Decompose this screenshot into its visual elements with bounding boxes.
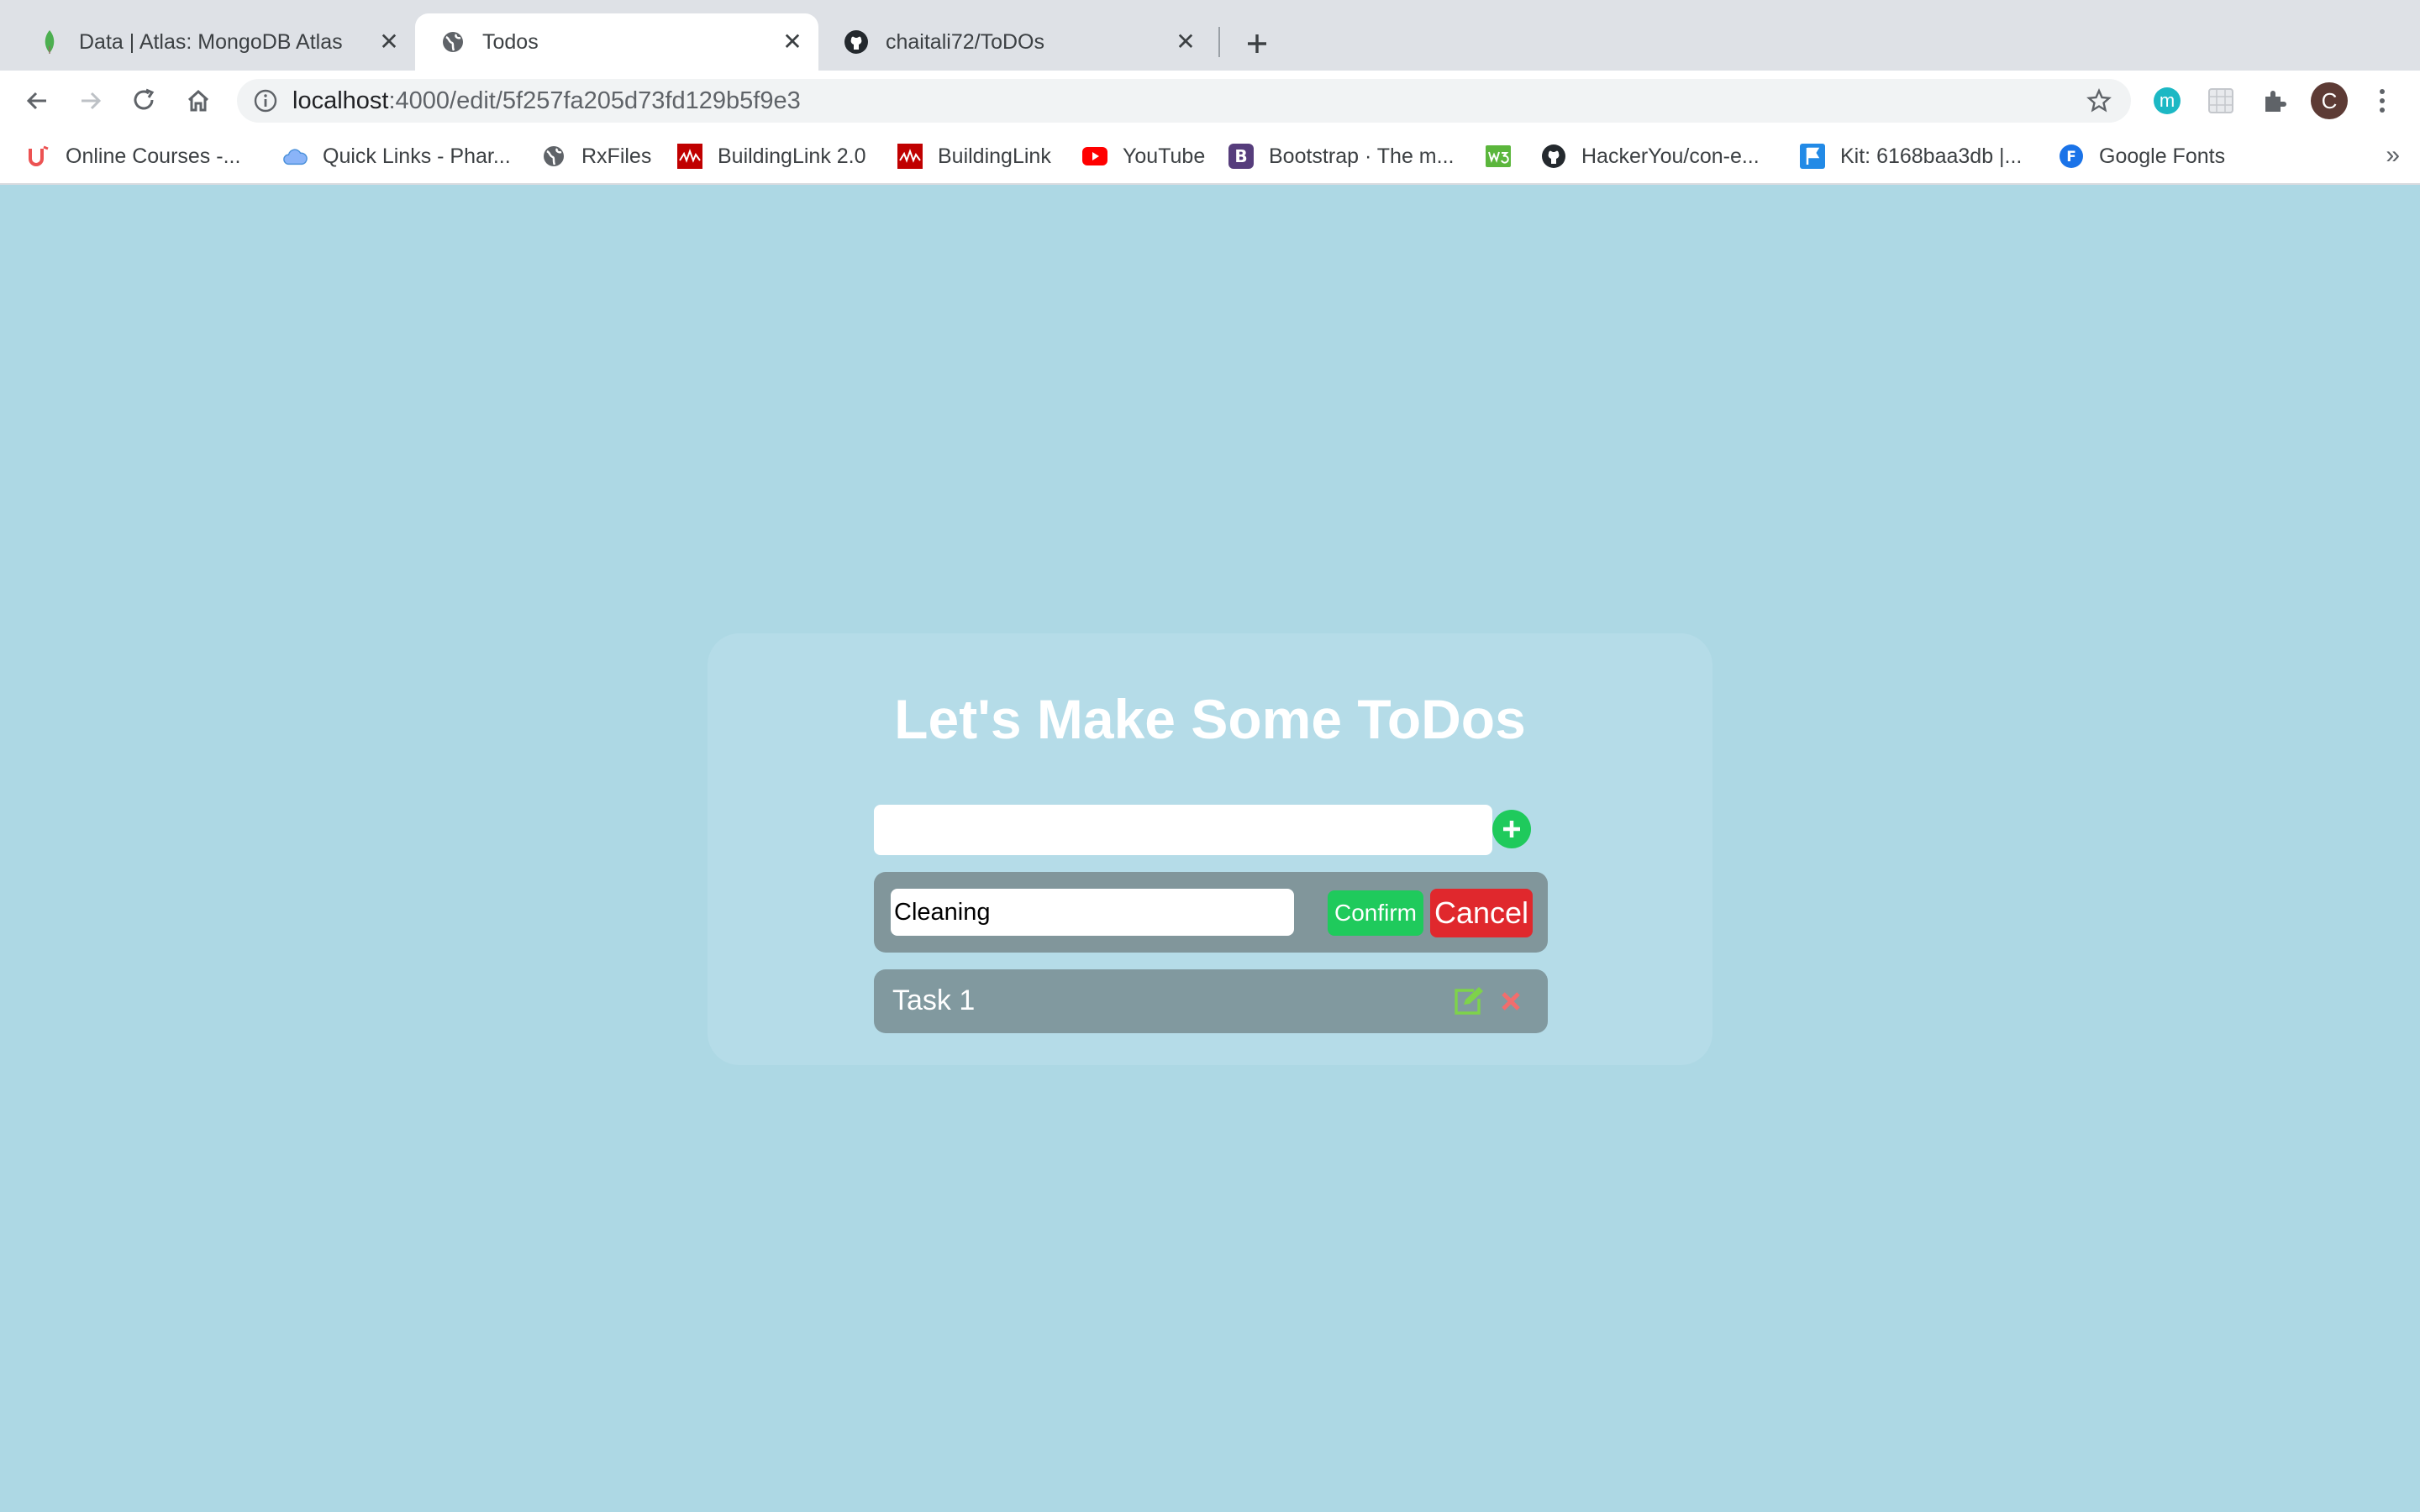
home-icon[interactable]	[180, 82, 217, 119]
tab-title: chaitali72/ToDOs	[886, 29, 1044, 54]
edit-icon[interactable]	[1452, 986, 1486, 1016]
bookmark-bootstrap[interactable]: B Bootstrap · The m...	[1228, 139, 1454, 173]
back-icon[interactable]	[18, 82, 55, 119]
more-menu-icon[interactable]	[2366, 85, 2398, 117]
bookmark-hackeryou[interactable]: HackerYou/con-e...	[1541, 139, 1760, 173]
edit-todo-value: Cleaning	[894, 898, 991, 926]
buildinglink-icon	[897, 144, 923, 169]
bookmark-label: Online Courses -...	[66, 144, 241, 168]
bookmark-label: YouTube	[1123, 144, 1206, 168]
bookmark-label: HackerYou/con-e...	[1581, 144, 1760, 168]
extension-m-icon[interactable]: m	[2151, 85, 2183, 117]
tab-title: Todos	[482, 29, 539, 54]
tab-strip: Data | Atlas: MongoDB Atlas ✕ Todos ✕ ch…	[0, 0, 2420, 71]
edit-todo-row: Cleaning Confirm Cancel	[874, 872, 1548, 953]
tab-separator	[1218, 27, 1220, 57]
bookmarks-overflow-button[interactable]: »	[2386, 141, 2400, 170]
address-bar[interactable]: localhost:4000/edit/5f257fa205d73fd129b5…	[237, 79, 2131, 123]
youtube-icon	[1082, 144, 1107, 169]
tab-title: Data | Atlas: MongoDB Atlas	[79, 29, 343, 54]
globe-icon	[541, 144, 566, 169]
mongodb-leaf-icon	[37, 29, 62, 55]
bookmark-w3[interactable]	[1486, 139, 1526, 173]
bookmark-buildinglink-2[interactable]: BuildingLink 2.0	[677, 139, 866, 173]
todo-item: Task 1	[874, 969, 1548, 1033]
url-host: localhost	[292, 87, 389, 114]
udemy-icon	[25, 144, 50, 169]
extension-initial: m	[2159, 90, 2175, 111]
bookmark-google-fonts[interactable]: F Google Fonts	[2059, 139, 2225, 173]
globe-icon	[440, 29, 466, 55]
bookmark-online-courses[interactable]: Online Courses -...	[25, 139, 240, 173]
buildinglink-icon	[677, 144, 702, 169]
bookmark-youtube[interactable]: YouTube	[1082, 139, 1205, 173]
fontawesome-flag-icon	[1800, 144, 1825, 169]
bookmark-buildinglink[interactable]: BuildingLink	[897, 139, 1051, 173]
w3-icon	[1486, 144, 1511, 169]
close-icon[interactable]: ✕	[780, 29, 805, 55]
extension-grid-icon[interactable]	[2205, 85, 2237, 117]
google-fonts-icon: F	[2059, 144, 2084, 169]
new-tab-icon[interactable]	[1239, 25, 1276, 62]
bookmark-rxfiles[interactable]: RxFiles	[541, 139, 651, 173]
bookmark-quick-links[interactable]: Quick Links - Phar...	[282, 139, 511, 173]
add-todo-button[interactable]	[1492, 810, 1531, 848]
bookmarks-bar: Online Courses -... Quick Links - Phar..…	[0, 129, 2420, 185]
extensions-puzzle-icon[interactable]	[2259, 85, 2291, 117]
tab-todos[interactable]: Todos ✕	[415, 13, 818, 71]
tab-github-todos[interactable]: chaitali72/ToDOs ✕	[818, 13, 1212, 71]
github-icon	[844, 29, 869, 55]
bookmark-label: Quick Links - Phar...	[323, 144, 511, 168]
bookmark-star-icon[interactable]	[2086, 87, 2112, 114]
svg-text:F: F	[2066, 149, 2076, 165]
bookmark-label: Google Fonts	[2099, 144, 2226, 168]
reload-icon[interactable]	[126, 82, 163, 119]
info-icon[interactable]	[254, 89, 277, 113]
page-title: Let's Make Some ToDos	[894, 688, 1526, 750]
bookmark-label: BuildingLink 2.0	[718, 144, 866, 168]
browser-toolbar: localhost:4000/edit/5f257fa205d73fd129b5…	[0, 71, 2420, 129]
plus-icon	[1503, 821, 1520, 837]
bookmark-label: Bootstrap · The m...	[1269, 144, 1455, 168]
delete-icon[interactable]	[1497, 986, 1524, 1016]
close-icon[interactable]: ✕	[376, 29, 402, 55]
bookmark-label: BuildingLink	[938, 144, 1051, 168]
close-icon[interactable]: ✕	[1173, 29, 1198, 55]
bootstrap-icon: B	[1228, 144, 1254, 169]
todo-text: Task 1	[892, 984, 976, 1016]
forward-icon[interactable]	[72, 82, 109, 119]
bookmark-label: RxFiles	[581, 144, 652, 168]
bookmark-label: Kit: 6168baa3db |...	[1840, 144, 2023, 168]
url-text: localhost:4000/edit/5f257fa205d73fd129b5…	[292, 87, 801, 115]
new-todo-input[interactable]	[874, 805, 1492, 855]
confirm-button[interactable]: Confirm	[1328, 890, 1423, 936]
todo-card: Let's Make Some ToDos Cleaning Confirm C…	[708, 633, 1712, 1065]
cancel-button[interactable]: Cancel	[1430, 889, 1533, 937]
profile-initial: C	[2321, 87, 2338, 113]
bookmark-kit[interactable]: Kit: 6168baa3db |...	[1800, 139, 2022, 173]
edit-todo-input[interactable]: Cleaning	[891, 889, 1294, 936]
svg-text:B: B	[1234, 146, 1247, 166]
github-icon	[1541, 144, 1566, 169]
cloud-icon	[282, 144, 308, 169]
tab-mongodb-atlas[interactable]: Data | Atlas: MongoDB Atlas ✕	[12, 13, 415, 71]
url-path: :4000/edit/5f257fa205d73fd129b5f9e3	[388, 87, 801, 114]
profile-avatar[interactable]: C	[2309, 81, 2349, 121]
